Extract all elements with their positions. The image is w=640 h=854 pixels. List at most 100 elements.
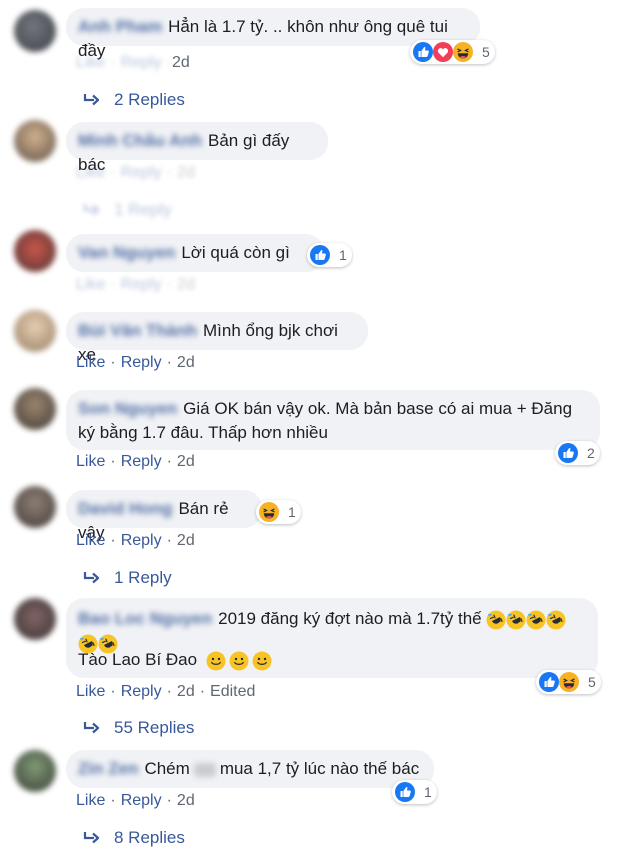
reaction-summary[interactable]: 1 [256, 500, 301, 524]
comment-actions: Like · Reply · 2d [76, 276, 195, 293]
reply-link[interactable]: Reply [121, 164, 162, 181]
replies-label: 8 Replies [114, 828, 185, 847]
reply-link[interactable]: Reply [121, 792, 162, 809]
rofl-emoji-icon [506, 609, 527, 630]
censored-word [193, 762, 216, 777]
comment-bubble: Minh Châu Anh Bản gì đấy bác [66, 122, 328, 174]
comment-actions: Like · Reply · 2d [76, 453, 195, 470]
like-icon [558, 443, 578, 463]
avatar[interactable] [14, 310, 56, 352]
comment-timestamp[interactable]: 2d [177, 683, 195, 700]
avatar[interactable] [14, 10, 56, 52]
comment-text-line2: ký bằng 1.7 đâu. Thấp hơn nhiều [78, 423, 328, 442]
like-icon [539, 672, 559, 692]
comment-actions: Like · Reply · [76, 54, 172, 71]
reply-link[interactable]: Reply [121, 453, 162, 470]
replies-label: 1 Reply [114, 568, 172, 587]
view-replies-link[interactable]: 1 Reply [82, 568, 172, 588]
comment-timestamp[interactable]: 2d [172, 54, 190, 71]
comment-bubble: Son Nguyen Giá OK bán vậy ok. Mà bản base… [66, 390, 600, 450]
like-link[interactable]: Like [76, 276, 105, 293]
love-icon [433, 42, 453, 62]
comment-author[interactable]: Zin Zen [78, 757, 138, 781]
comment-timestamp[interactable]: 2d [177, 792, 195, 809]
reaction-count: 1 [288, 504, 296, 520]
like-link[interactable]: Like [76, 683, 105, 700]
avatar[interactable] [14, 598, 56, 640]
like-link[interactable]: Like [76, 164, 105, 181]
view-replies-link[interactable]: 1 Reply [82, 200, 172, 220]
comment-author[interactable]: Son Nguyen [78, 397, 177, 421]
comment-actions: Like · Reply · 2d [76, 354, 195, 371]
reaction-summary[interactable]: 1 [392, 780, 437, 804]
reply-arrow-icon [83, 570, 100, 584]
smile-emoji-icon [228, 650, 249, 671]
comment-author[interactable]: Van Nguyen [78, 241, 175, 265]
comment-timestamp[interactable]: 2d [177, 532, 195, 549]
view-replies-link[interactable]: 8 Replies [82, 828, 185, 848]
reply-link[interactable]: Reply [121, 532, 162, 549]
comment-timestamp[interactable]: 2d [177, 354, 195, 371]
comment-text-line2: Tào Lao Bí Đao [78, 650, 198, 669]
replies-label: 55 Replies [114, 718, 195, 737]
smile-emoji-icon [251, 650, 272, 671]
timestamp-wrap: 2d [172, 54, 190, 72]
reaction-summary[interactable]: 5 [410, 40, 495, 64]
like-link[interactable]: Like [76, 532, 105, 549]
reply-arrow-icon [83, 720, 100, 734]
reaction-summary[interactable]: 5 [536, 670, 601, 694]
comment-text-line1: 2019 đăng ký đợt nào mà 1.7tỷ thế [218, 609, 482, 628]
reply-arrow-icon [83, 202, 100, 216]
haha-icon [453, 42, 473, 62]
comment-text-before: Chém [144, 759, 190, 778]
comment-author[interactable]: Bao Loc Nguyen [78, 606, 212, 632]
comment-timestamp[interactable]: 2d [177, 453, 195, 470]
avatar[interactable] [14, 388, 56, 430]
haha-icon [259, 502, 279, 522]
avatar[interactable] [14, 486, 56, 528]
comment-text-after: mua 1,7 tỷ lúc nào thế bác [219, 759, 420, 778]
comment-bubble: Bùi Văn Thành Mình ổng bjk chơi xe [66, 312, 368, 364]
comment-author[interactable]: Minh Châu Anh [78, 129, 202, 153]
reaction-count: 5 [588, 674, 596, 690]
reaction-count: 2 [587, 445, 595, 461]
reaction-summary[interactable]: 2 [555, 441, 600, 465]
avatar[interactable] [14, 120, 56, 162]
like-link[interactable]: Like [76, 54, 105, 71]
like-link[interactable]: Like [76, 792, 105, 809]
comment-author[interactable]: Bùi Văn Thành [78, 319, 197, 343]
reply-arrow-icon [83, 830, 100, 844]
comment-actions: Like · Reply · 2d [76, 532, 195, 549]
comment-author[interactable]: Anh Pham [78, 15, 162, 39]
comment-text-line1: Giá OK bán vậy ok. Mà bản base có ai mua… [183, 399, 573, 418]
reaction-count: 1 [339, 247, 347, 263]
avatar[interactable] [14, 750, 56, 792]
avatar[interactable] [14, 230, 56, 272]
comment-bubble: David Hong Bán rẻ vậy [66, 490, 262, 542]
comment-timestamp[interactable]: 2d [177, 276, 195, 293]
comment-text-line2-wrap: Tào Lao Bí Đao [78, 650, 272, 671]
reply-link[interactable]: Reply [121, 354, 162, 371]
replies-label: 2 Replies [114, 90, 185, 109]
comment-text: Lời quá còn gì [181, 243, 290, 262]
like-link[interactable]: Like [76, 453, 105, 470]
reaction-count: 1 [424, 784, 432, 800]
like-link[interactable]: Like [76, 354, 105, 371]
rofl-emoji-icon [526, 609, 547, 630]
view-replies-link[interactable]: 55 Replies [82, 718, 194, 738]
like-icon [395, 782, 415, 802]
comment-timestamp[interactable]: 2d [177, 164, 195, 181]
reaction-summary[interactable]: 1 [307, 243, 352, 267]
like-icon [413, 42, 433, 62]
comment-author[interactable]: David Hong [78, 497, 172, 521]
comment-actions: Like · Reply · 2d · Edited [76, 683, 256, 700]
reply-arrow-icon [83, 92, 100, 106]
reply-link[interactable]: Reply [121, 54, 162, 71]
view-replies-link[interactable]: 2 Replies [82, 90, 185, 110]
edited-label[interactable]: Edited [210, 683, 255, 700]
comment-actions: Like · Reply · 2d [76, 164, 195, 181]
reply-link[interactable]: Reply [121, 276, 162, 293]
reply-link[interactable]: Reply [121, 683, 162, 700]
replies-label: 1 Reply [114, 200, 172, 219]
comment-bubble: Zin Zen Chém mua 1,7 tỷ lúc nào thế bác [66, 750, 434, 788]
